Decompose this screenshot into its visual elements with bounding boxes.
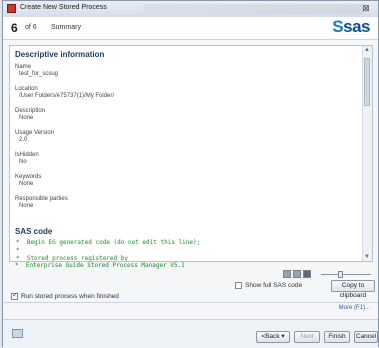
more-help-link[interactable]: More (F1)... bbox=[339, 305, 370, 311]
ishidden-label: IsHidden bbox=[15, 152, 39, 158]
summary-panel[interactable]: Descriptive information Name test_for_sc… bbox=[9, 45, 373, 262]
next-button[interactable]: Next bbox=[294, 331, 320, 343]
run-when-finished-label: Run stored process when finished bbox=[21, 293, 119, 300]
location-label: Location bbox=[15, 86, 38, 92]
code-line: * Enterprise Guide Stored Process Manage… bbox=[15, 262, 185, 269]
copy-to-clipboard-button[interactable]: Copy to clipboard bbox=[331, 280, 375, 299]
wizard-header: 6 of 6 Summary Ssas bbox=[3, 17, 378, 40]
zoom-slider-knob[interactable] bbox=[338, 271, 343, 278]
wizard-help-icon[interactable] bbox=[12, 329, 23, 338]
zoom-slider-track[interactable] bbox=[321, 274, 371, 275]
responsible-parties-value: None bbox=[19, 203, 34, 209]
zoom-medium-icon[interactable] bbox=[293, 270, 301, 278]
usage-version-label: Usage Version bbox=[15, 130, 55, 136]
sas-logo-text: sas bbox=[343, 17, 370, 36]
step-number: 6 bbox=[11, 21, 18, 35]
usage-version-value: 2.0 bbox=[19, 137, 28, 143]
location-value: /User Folders/e75737(1)/My Folder/ bbox=[19, 93, 115, 99]
name-label: Name bbox=[15, 64, 32, 70]
code-line: * Stored process registered by bbox=[16, 255, 128, 262]
run-when-finished-checkbox[interactable] bbox=[11, 291, 18, 300]
wizard-window: Create New Stored Process ⊠ 6 of 6 Summa… bbox=[2, 0, 379, 348]
code-line: * Begin EG generated code (do not edit t… bbox=[16, 239, 201, 246]
sas-code-title: SAS code bbox=[15, 227, 53, 236]
scroll-thumb[interactable] bbox=[364, 58, 370, 106]
back-button[interactable]: <Back ▾ bbox=[256, 331, 290, 343]
vertical-scrollbar[interactable]: ▲ ▼ bbox=[362, 46, 372, 261]
sas-logo: Ssas bbox=[332, 17, 370, 36]
name-value: test_for_scsug bbox=[19, 71, 59, 77]
keywords-label: Keywords bbox=[15, 174, 42, 180]
window-title: Create New Stored Process bbox=[20, 4, 107, 11]
show-full-code-label: Show full SAS code bbox=[245, 282, 303, 289]
finish-button[interactable]: Finish bbox=[324, 331, 350, 343]
code-line: * bbox=[16, 247, 20, 254]
zoom-small-icon[interactable] bbox=[283, 270, 291, 278]
background-window-strip bbox=[143, 4, 363, 14]
show-full-code-checkbox[interactable] bbox=[235, 282, 242, 289]
descriptive-info-title: Descriptive information bbox=[15, 50, 105, 59]
close-button[interactable]: ⊠ bbox=[358, 2, 374, 14]
step-title: Summary bbox=[51, 24, 81, 31]
divider bbox=[3, 302, 378, 303]
keywords-value: None bbox=[19, 181, 34, 187]
zoom-large-icon[interactable] bbox=[303, 270, 311, 278]
wizard-footer bbox=[3, 319, 378, 348]
cancel-button[interactable]: Cancel bbox=[354, 331, 378, 343]
title-bar: Create New Stored Process ⊠ bbox=[3, 1, 378, 18]
app-icon bbox=[7, 4, 16, 13]
ishidden-value: No bbox=[19, 159, 27, 165]
step-of-total: of 6 bbox=[25, 24, 37, 31]
scroll-down-icon[interactable]: ▼ bbox=[364, 254, 370, 260]
description-value: None bbox=[19, 115, 34, 121]
scroll-up-icon[interactable]: ▲ bbox=[364, 47, 370, 53]
description-label: Description bbox=[15, 108, 46, 114]
responsible-parties-label: Responsible parties bbox=[15, 196, 68, 202]
